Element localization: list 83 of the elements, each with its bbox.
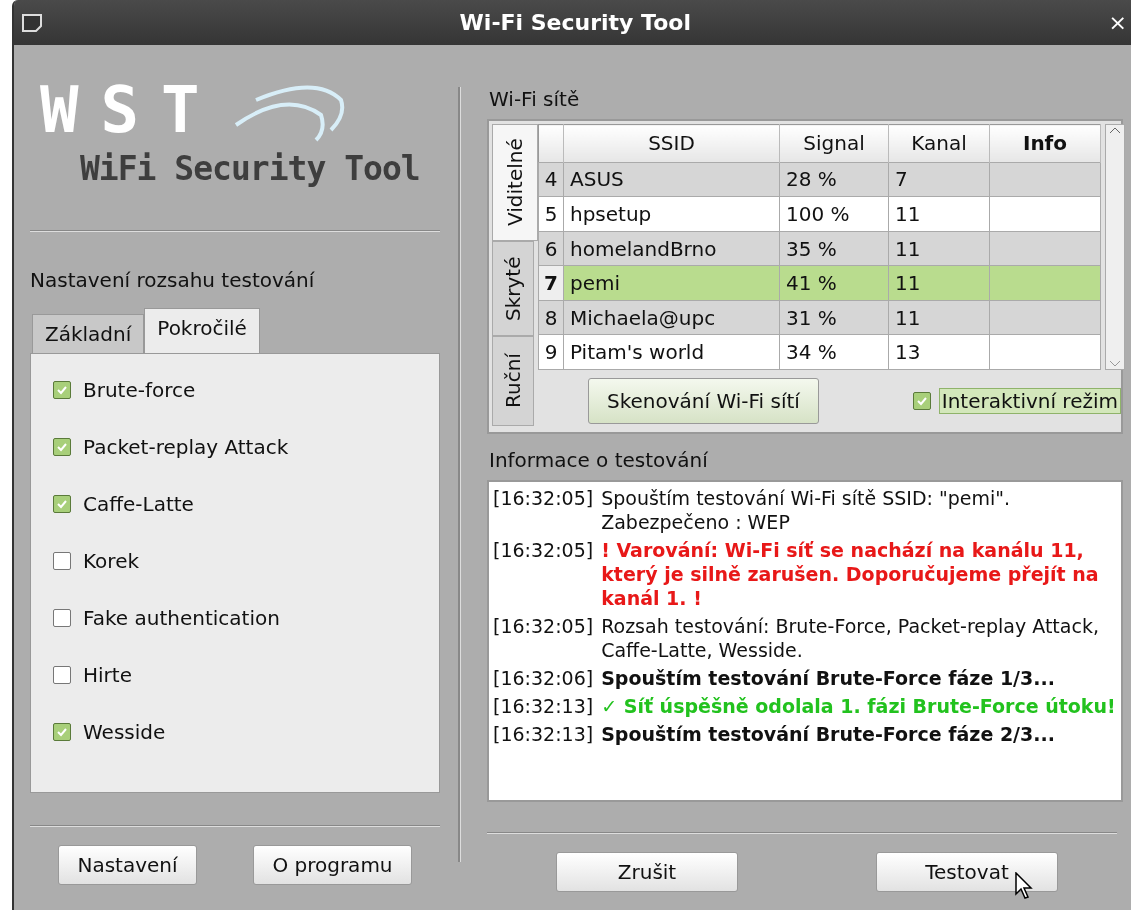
row-number: 7 bbox=[538, 265, 564, 301]
scrollbar[interactable] bbox=[1105, 124, 1125, 370]
log-message: Spouštím testování Wi-Fi sítě SSID: "pemi". Zabezpečeno : WEP bbox=[601, 486, 1012, 534]
push-button[interactable]: Testovat bbox=[876, 852, 1058, 892]
checkbox-label: Wesside bbox=[83, 720, 166, 744]
checkbox-label: Packet-replay Attack bbox=[83, 435, 289, 459]
column-header[interactable]: Kanal bbox=[888, 124, 990, 163]
log-time: [16:32:05] bbox=[493, 614, 594, 639]
scroll-down-icon[interactable] bbox=[1109, 359, 1121, 369]
push-button[interactable]: O programu bbox=[253, 845, 412, 885]
row-number: 4 bbox=[538, 162, 564, 197]
row-number: 6 bbox=[538, 231, 564, 266]
checkbox[interactable] bbox=[912, 392, 931, 410]
checkbox-label: Interaktivní režim bbox=[938, 388, 1121, 414]
push-button[interactable]: Nastavení bbox=[58, 845, 197, 885]
tick-icon bbox=[56, 441, 68, 453]
column-header[interactable]: SSID bbox=[563, 124, 780, 163]
row-number: 5 bbox=[538, 196, 564, 232]
checkbox[interactable] bbox=[53, 723, 71, 741]
tick-icon bbox=[56, 726, 68, 738]
checkbox[interactable] bbox=[53, 609, 71, 627]
log-time: [16:32:06] bbox=[493, 666, 594, 690]
column-header[interactable]: Info bbox=[989, 124, 1101, 163]
table-cell: hpsetup bbox=[563, 196, 780, 232]
checkbox[interactable] bbox=[53, 438, 71, 456]
table-cell: Pitam's world bbox=[563, 334, 780, 370]
tick-icon bbox=[56, 384, 68, 396]
log-time: [16:32:13] bbox=[493, 722, 594, 746]
table-cell: 11 bbox=[888, 265, 990, 301]
table-cell: 31 % bbox=[779, 300, 889, 335]
row-number: 8 bbox=[538, 300, 564, 335]
section-heading: Wi-Fi sítě bbox=[488, 86, 581, 113]
log-message: ! Varování: Wi-Fi síť se nachází na kanálu 11, který je silně zarušen. Doporučujeme přejít na kanál 1. ! bbox=[601, 538, 1100, 610]
tab[interactable]: Viditelné bbox=[492, 124, 538, 241]
log-message: Rozsah testování: Brute-Force, Packet-replay Attack, Caffe-Latte, Wesside. bbox=[601, 614, 1100, 662]
tick-icon bbox=[56, 498, 68, 510]
logo-mark: WST bbox=[40, 77, 222, 143]
checkbox[interactable] bbox=[53, 552, 71, 570]
log-time: [16:32:05] bbox=[493, 538, 594, 563]
scan-button[interactable]: Skenování Wi-Fi sítí bbox=[588, 378, 819, 424]
table-cell: 13 bbox=[888, 334, 990, 370]
checkbox[interactable] bbox=[53, 495, 71, 513]
checkbox-label: Hirte bbox=[83, 663, 132, 687]
log-message: ✓ Síť úspěšně odolala 1. fázi Brute-Force útoku! bbox=[601, 694, 1116, 718]
section-heading: Nastavení rozsahu testování bbox=[30, 267, 316, 294]
checkbox-label: Caffe-Latte bbox=[83, 492, 194, 516]
row-number: 9 bbox=[538, 334, 564, 370]
log-time: [16:32:13] bbox=[493, 694, 594, 718]
checkbox[interactable] bbox=[53, 666, 71, 684]
table-cell: 11 bbox=[888, 196, 990, 232]
log-message: Spouštím testování Brute-Force fáze 1/3... bbox=[601, 666, 1055, 690]
table-cell: Michaela@upc bbox=[563, 300, 780, 335]
tick-icon bbox=[915, 395, 928, 407]
scroll-up-icon[interactable] bbox=[1109, 125, 1121, 135]
table-cell: ASUS bbox=[563, 162, 780, 197]
checkbox-label: Fake authentication bbox=[83, 606, 280, 630]
checkbox-label: Brute-force bbox=[83, 378, 196, 402]
window-icon bbox=[22, 13, 42, 32]
mouse-cursor-icon bbox=[1015, 872, 1035, 900]
tab[interactable]: Základní bbox=[32, 314, 145, 353]
log-message: Spouštím testování Brute-Force fáze 2/3... bbox=[601, 722, 1055, 746]
table-cell: 100 % bbox=[779, 196, 889, 232]
table-cell: pemi bbox=[563, 265, 780, 301]
checkbox[interactable] bbox=[53, 381, 71, 399]
close-button[interactable]: × bbox=[1108, 10, 1127, 35]
table-cell: 34 % bbox=[779, 334, 889, 370]
tab[interactable]: Pokročilé bbox=[144, 308, 260, 353]
table-cell: homelandBrno bbox=[563, 231, 780, 266]
table-cell: 41 % bbox=[779, 265, 889, 301]
table-cell: 28 % bbox=[779, 162, 889, 197]
table-cell: 35 % bbox=[779, 231, 889, 266]
window-title: Wi-Fi Security Tool bbox=[458, 10, 692, 35]
table-cell: 7 bbox=[888, 162, 990, 197]
log-time: [16:32:05] bbox=[493, 486, 594, 511]
section-heading: Informace o testování bbox=[488, 447, 709, 474]
table-cell: 11 bbox=[888, 231, 990, 266]
logo-name: WiFi Security Tool bbox=[80, 149, 421, 188]
checkbox-label: Korek bbox=[83, 549, 140, 573]
tab[interactable]: Skryté bbox=[492, 241, 534, 336]
tab[interactable]: Ruční bbox=[492, 336, 534, 426]
column-header[interactable]: Signal bbox=[779, 124, 889, 163]
table-cell: 11 bbox=[888, 300, 990, 335]
push-button[interactable]: Zrušit bbox=[556, 852, 738, 892]
